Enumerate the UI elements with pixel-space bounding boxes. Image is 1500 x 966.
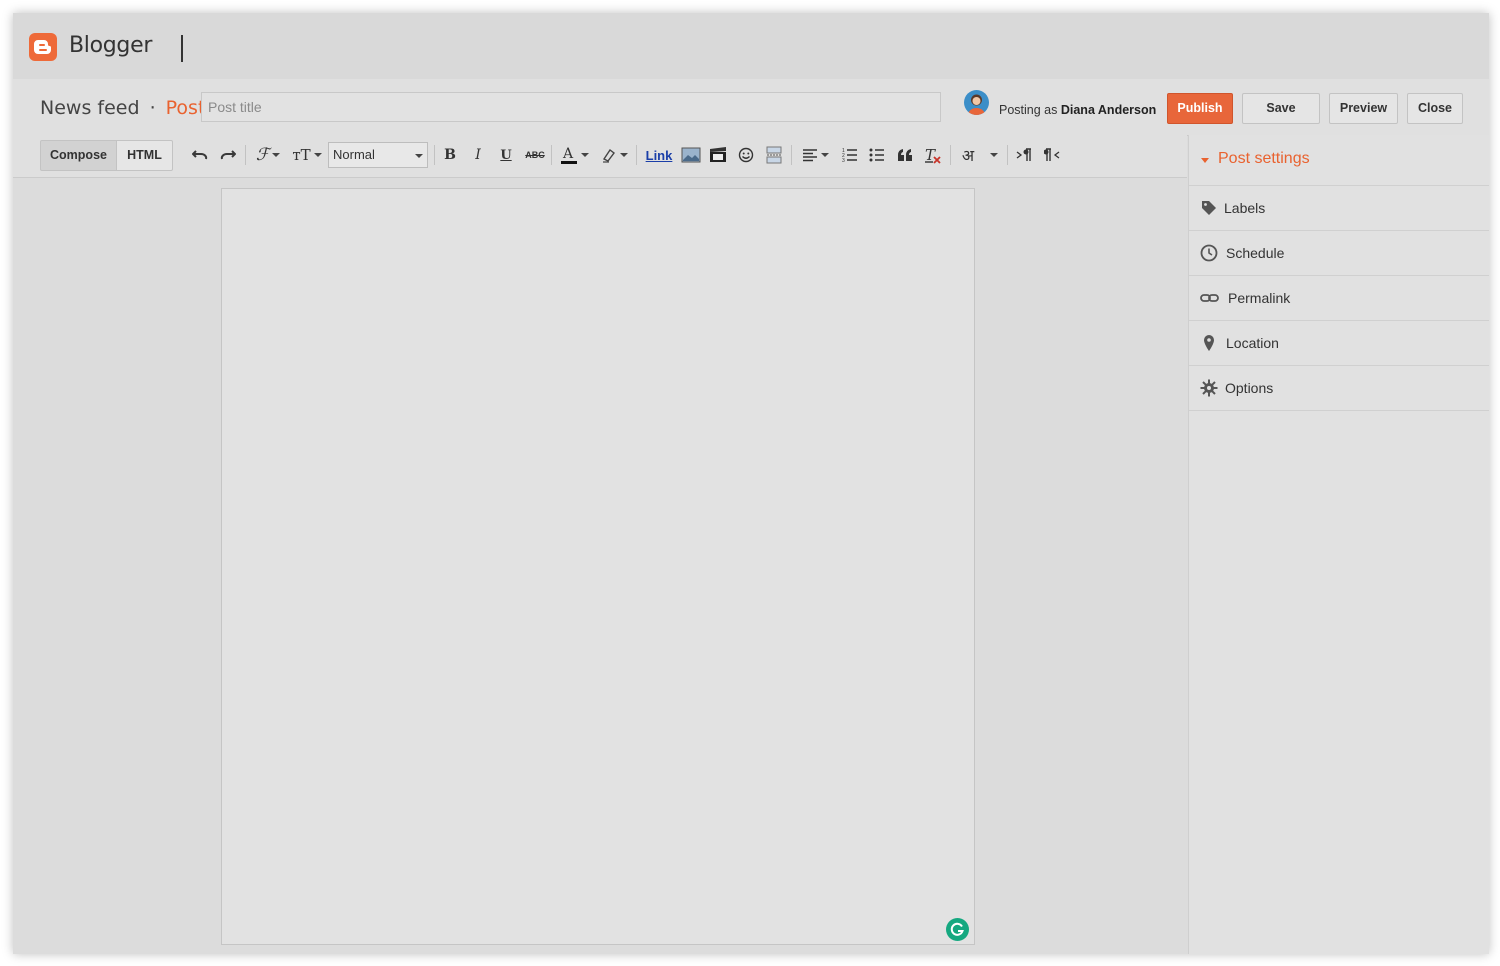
sidebar-item-permalink[interactable]: Permalink [1189,276,1489,321]
sidebar-item-label: Permalink [1228,290,1291,306]
toolbar-separator [1007,145,1008,165]
publish-button[interactable]: Publish [1167,93,1233,124]
svg-text:3: 3 [842,158,845,163]
breadcrumb-separator: · [149,97,156,119]
html-mode-button[interactable]: HTML [116,140,173,171]
toolbar-separator [245,145,246,165]
toolbar-separator [551,145,552,165]
remove-format-icon[interactable]: T [922,144,944,166]
post-settings-panel: Post settings Labels Schedule Permalink … [1188,135,1489,954]
blogger-window: Blogger News feed · Post Posting as Dian… [13,13,1489,954]
breadcrumb-section: Post [165,97,206,119]
close-button[interactable]: Close [1407,93,1463,124]
strikethrough-icon[interactable]: ABC [524,144,546,166]
link-icon [1200,289,1219,307]
language-glyph: अ [961,148,975,165]
sidebar-item-location[interactable]: Location [1189,321,1489,366]
breadcrumb-blog[interactable]: News feed [40,97,140,119]
sidebar-item-labels[interactable]: Labels [1189,186,1489,231]
brand-divider [181,35,183,62]
text-color-icon[interactable]: A [558,144,590,166]
link-button[interactable]: Link [643,144,675,166]
toolbar-separator [434,145,435,165]
font-icon[interactable]: ℱ [252,144,284,166]
numbered-list-icon[interactable]: 123 [839,144,861,166]
highlight-icon[interactable] [598,144,630,166]
toolbar-separator [636,145,637,165]
bulleted-list-icon[interactable] [866,144,888,166]
sidebar-item-label: Labels [1224,200,1266,216]
clock-icon [1200,244,1218,262]
post-settings-header[interactable]: Post settings [1189,135,1489,186]
blogger-logo-icon[interactable] [29,33,57,61]
compose-mode-button[interactable]: Compose [40,140,117,171]
chevron-down-icon[interactable] [985,144,999,166]
italic-icon[interactable]: I [469,144,487,166]
post-title-input[interactable] [201,92,941,122]
svg-text:A: A [562,146,574,162]
align-icon[interactable] [798,144,832,166]
sidebar-item-label: Options [1225,380,1274,396]
tag-icon [1200,199,1218,217]
user-name: Diana Anderson [1060,103,1157,117]
editor-toolbar: Compose HTML ℱ ᴛT Normal B I U ABC A Lin… [13,135,1187,178]
video-icon[interactable] [707,144,729,166]
redo-icon[interactable] [218,144,238,166]
image-icon[interactable] [680,144,702,166]
bold-icon[interactable]: B [441,144,459,166]
sidebar-item-label: Location [1226,335,1279,351]
caret-down-icon [1201,158,1209,163]
post-settings-title: Post settings [1218,150,1310,167]
pin-icon [1200,334,1218,352]
jump-break-icon[interactable] [763,144,785,166]
input-tools-button[interactable]: अ [956,144,980,166]
avatar[interactable] [964,90,989,115]
quote-icon[interactable] [894,144,916,166]
editor-area [13,178,1187,954]
underline-icon[interactable]: U [497,144,515,166]
toolbar-separator [791,145,792,165]
sidebar-item-options[interactable]: Options [1189,366,1489,411]
breadcrumb: News feed · Post [40,97,205,119]
posting-prefix: Posting as [999,103,1058,117]
post-header: News feed · Post Posting as Diana Anders… [13,79,1489,136]
sidebar-item-schedule[interactable]: Schedule [1189,231,1489,276]
post-body-editor[interactable] [221,188,975,945]
gear-icon [1200,379,1218,397]
posting-as-label: Posting as Diana Anderson [999,103,1156,117]
emoji-icon[interactable] [735,144,757,166]
chevron-down-icon [415,154,423,158]
format-value: Normal [333,147,375,162]
font-size-icon[interactable]: ᴛT [290,144,324,166]
app-bar: Blogger [13,13,1489,79]
ltr-icon[interactable] [1013,144,1035,166]
toolbar-separator [950,145,951,165]
link-label: Link [645,147,673,163]
paragraph-format-select[interactable]: Normal [328,142,428,168]
save-button[interactable]: Save [1242,93,1320,124]
sidebar-item-label: Schedule [1226,245,1285,261]
preview-button[interactable]: Preview [1329,93,1398,124]
brand-name: Blogger [69,33,153,58]
rtl-icon[interactable] [1041,144,1063,166]
grammarly-icon[interactable] [946,918,969,941]
undo-icon[interactable] [190,144,210,166]
